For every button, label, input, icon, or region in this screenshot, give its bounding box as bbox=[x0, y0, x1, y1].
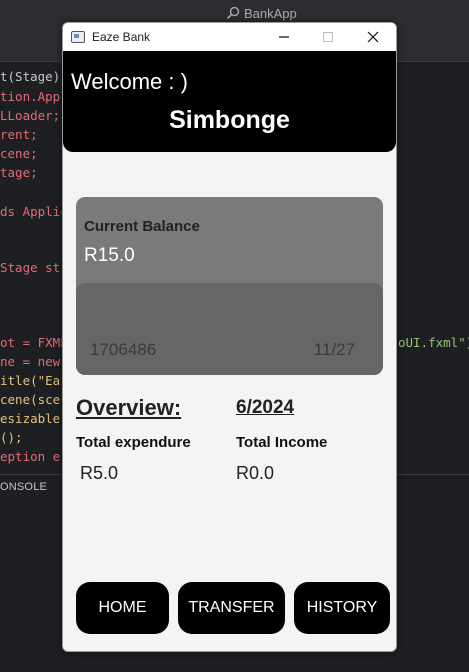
income-value: R0.0 bbox=[236, 463, 275, 483]
code-line: eption e) bbox=[0, 449, 68, 464]
home-button[interactable]: HOME bbox=[76, 582, 169, 634]
code-line: itle("Ea bbox=[0, 373, 61, 388]
overview-period: 6/2024 bbox=[236, 397, 295, 418]
balance-card: Current Balance R15.0 1706486 11/27 bbox=[76, 197, 383, 375]
expenditure-value: R5.0 bbox=[80, 463, 119, 483]
code-line: (); bbox=[0, 430, 23, 445]
search-icon bbox=[226, 6, 240, 20]
code-line: LLoader; bbox=[0, 108, 61, 123]
card-number: 1706486 bbox=[90, 340, 157, 359]
code-line: esizable bbox=[0, 411, 61, 426]
code-line: ne = new bbox=[0, 354, 61, 369]
transfer-button[interactable]: TRANSFER bbox=[178, 582, 285, 634]
app-window: Eaze Bank Welcome : ) Simbonge Current B… bbox=[62, 22, 397, 652]
code-line: cene; bbox=[0, 146, 38, 161]
minimize-button[interactable] bbox=[261, 23, 307, 51]
welcome-header: Welcome : ) Simbonge bbox=[63, 51, 396, 152]
close-icon bbox=[367, 31, 379, 43]
username: Simbonge bbox=[169, 106, 290, 134]
welcome-text: Welcome : ) bbox=[71, 69, 188, 94]
ide-project-name: BankApp bbox=[244, 5, 297, 21]
income-label: Total Income bbox=[236, 434, 328, 451]
overview-title: Overview: bbox=[76, 395, 182, 420]
code-line-right: oUI.fxml") bbox=[398, 335, 469, 350]
maximize-button[interactable] bbox=[305, 23, 351, 51]
code-line: rent; bbox=[0, 127, 38, 142]
card-expiry: 11/27 bbox=[313, 340, 355, 359]
minimize-icon bbox=[279, 36, 289, 38]
expenditure-label: Total expendure bbox=[76, 434, 191, 451]
card-details-panel: 1706486 11/27 bbox=[76, 283, 383, 375]
balance-value: R15.0 bbox=[84, 245, 135, 266]
balance-label: Current Balance bbox=[84, 218, 200, 235]
ide-search-box[interactable]: BankApp bbox=[226, 4, 297, 22]
close-button[interactable] bbox=[350, 23, 396, 51]
window-title: Eaze Bank bbox=[92, 30, 151, 44]
code-line: ds Applic bbox=[0, 204, 68, 219]
history-button[interactable]: HISTORY bbox=[294, 582, 390, 634]
app-window-icon bbox=[71, 31, 85, 43]
window-title-bar[interactable]: Eaze Bank bbox=[63, 23, 396, 51]
code-line: Stage st bbox=[0, 260, 61, 275]
code-line: t(Stage) bbox=[0, 69, 61, 84]
code-line: tage; bbox=[0, 165, 38, 180]
code-line: cene(sce bbox=[0, 392, 61, 407]
maximize-icon bbox=[323, 32, 333, 42]
ide-console-tab[interactable]: ONSOLE bbox=[0, 481, 47, 493]
